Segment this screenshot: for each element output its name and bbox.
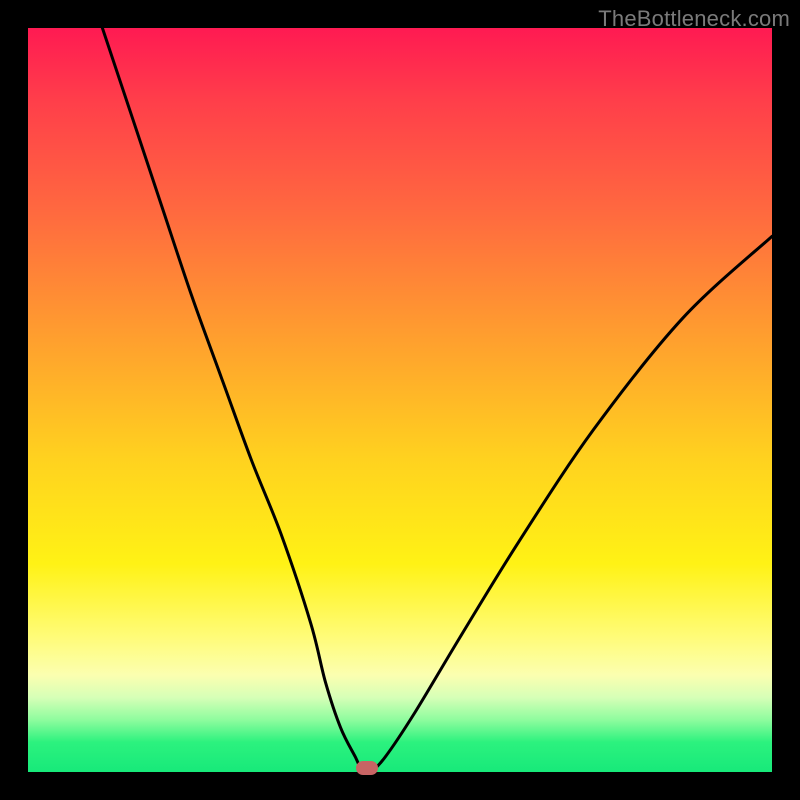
watermark-text: TheBottleneck.com	[598, 6, 790, 32]
bottleneck-curve	[28, 28, 772, 772]
optimal-marker	[356, 761, 378, 775]
chart-frame: TheBottleneck.com	[0, 0, 800, 800]
plot-area	[28, 28, 772, 772]
